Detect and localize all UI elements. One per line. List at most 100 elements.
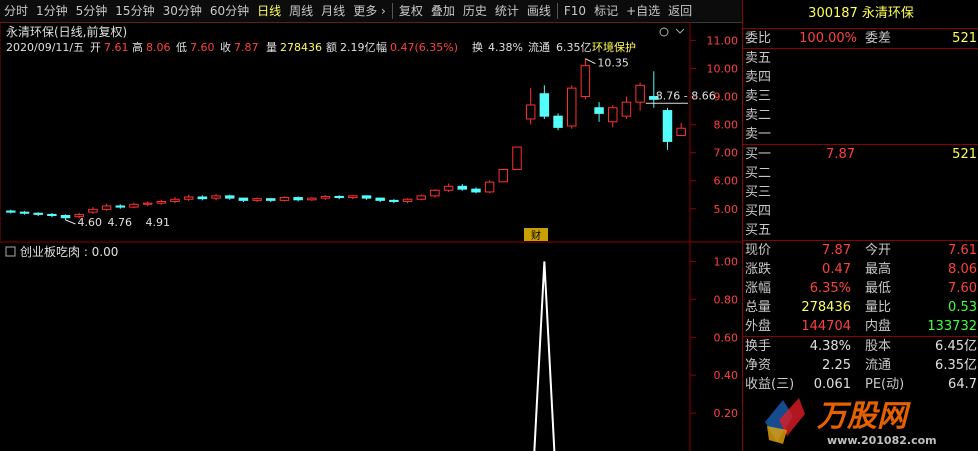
stat2-row: 换手 4.38% 股本 6.45亿 bbox=[743, 337, 978, 356]
toolbar-item-2[interactable]: 5分钟 bbox=[72, 0, 112, 22]
weibi-value: 100.00% bbox=[799, 31, 857, 46]
watermark-logo: 万股网 www.201082.com bbox=[765, 398, 937, 447]
info-volume-label: 量 bbox=[266, 41, 277, 54]
toolbar-item-0[interactable]: 分时 bbox=[0, 0, 32, 22]
buy-label: 买四 bbox=[745, 204, 772, 219]
toolbar-item-1[interactable]: 1分钟 bbox=[32, 0, 72, 22]
sell-order-book: 卖五 卖四 卖三 卖二 卖一 bbox=[743, 49, 978, 144]
toolbar-item-7[interactable]: 周线 bbox=[285, 0, 317, 22]
candle-body bbox=[115, 205, 126, 208]
candle-body bbox=[88, 208, 98, 213]
low-marker-line bbox=[65, 219, 76, 225]
buy-label: 买五 bbox=[745, 223, 772, 238]
candle-body bbox=[430, 189, 440, 197]
candle-body bbox=[635, 84, 645, 103]
candle-body bbox=[594, 107, 604, 114]
sell-label: 卖五 bbox=[745, 51, 772, 66]
toolbar-item-4[interactable]: 30分钟 bbox=[159, 0, 206, 22]
toolbar-item-6[interactable]: 日线 bbox=[253, 0, 285, 22]
stat-v2: 0.53 bbox=[948, 300, 977, 315]
watermark-url: www.201082.com bbox=[827, 434, 937, 447]
candle-body bbox=[156, 200, 167, 204]
candle-body bbox=[525, 104, 536, 120]
stat-v1: 0.47 bbox=[822, 262, 851, 277]
info-turnover-label: 换 bbox=[472, 40, 483, 54]
stat-v1: 278436 bbox=[801, 300, 851, 315]
stat2-v1: 2.25 bbox=[822, 358, 851, 373]
candle-body bbox=[512, 146, 522, 170]
candle-body bbox=[443, 185, 454, 191]
buy-row: 买二 bbox=[743, 164, 978, 183]
candle-body bbox=[471, 188, 481, 193]
stat-v2: 7.61 bbox=[948, 243, 977, 258]
toolbar-item-12[interactable]: 历史 bbox=[459, 0, 491, 22]
toolbar-item-15[interactable]: F10 bbox=[560, 0, 590, 22]
info-open-label: 开 bbox=[90, 41, 101, 54]
indicator-title: 创业板吃肉 : 0.00 bbox=[20, 245, 118, 259]
toolbar-item-14[interactable]: 画线 bbox=[523, 0, 555, 22]
weicha-label: 委差 bbox=[865, 31, 892, 46]
toolbar-item-10[interactable]: 复权 bbox=[395, 0, 427, 22]
watermark-emblem-icon bbox=[765, 398, 805, 444]
info-volume: 278436 bbox=[280, 41, 322, 54]
info-turnover: 4.38% bbox=[488, 41, 523, 54]
period-toolbar: 分时 1分钟 5分钟 15分钟 30分钟 60分钟 日线 周线 月线 更多 › 复权 叠加 历史 统计 画线… bbox=[0, 0, 742, 23]
stat-l1: 涨跌 bbox=[745, 262, 772, 277]
stock-code: 300187 bbox=[808, 6, 858, 21]
chevron-down-icon[interactable] bbox=[675, 28, 685, 34]
toolbar-item-11[interactable]: 叠加 bbox=[427, 0, 459, 22]
toolbar-item-3[interactable]: 15分钟 bbox=[111, 0, 158, 22]
info-change: 0.47(6.35%) bbox=[390, 41, 458, 54]
stat-row: 总量 278436 量比 0.53 bbox=[743, 298, 978, 317]
stat-v2: 133732 bbox=[927, 319, 977, 334]
candle-body bbox=[224, 195, 235, 199]
info-float-label: 流通 bbox=[528, 40, 550, 54]
info-date: 2020/09/11/五 bbox=[6, 41, 84, 54]
kline-chart-area[interactable]: 11.00 10.00 9.00 8.00 7.00 6.00 5.00 10.35 4.60 4… bbox=[0, 22, 742, 451]
candle-body bbox=[320, 195, 331, 199]
toolbar-item-17[interactable]: +自选 bbox=[622, 0, 664, 22]
ind-y-tick-label: 0.20 bbox=[714, 407, 739, 420]
y-tick-label: 9.00 bbox=[714, 91, 739, 104]
candle-body bbox=[416, 195, 426, 200]
stat-row: 外盘 144704 内盘 133732 bbox=[743, 317, 978, 336]
stat2-l2: 流通 bbox=[865, 358, 892, 373]
sell-row: 卖二 bbox=[743, 106, 978, 125]
stat-l1: 涨幅 bbox=[745, 281, 772, 296]
candle-body bbox=[238, 197, 249, 201]
quote-panel: 300187 永清环保 委比 100.00% 委差 521 卖五 卖四 卖三 卖二 卖一 … bbox=[742, 0, 978, 451]
stat-v1: 7.87 bbox=[822, 243, 851, 258]
buy-row: 买三 bbox=[743, 183, 978, 202]
indicator-spike bbox=[533, 261, 556, 451]
low-marker-label-b: 4.76 bbox=[108, 216, 133, 229]
buy-price: 7.87 bbox=[826, 147, 855, 162]
stat2-v2: 6.35亿 bbox=[935, 358, 977, 373]
candle-body bbox=[142, 202, 153, 205]
indicator-menu-icon[interactable] bbox=[5, 246, 16, 257]
stat-l2: 量比 bbox=[865, 300, 892, 315]
candle-body bbox=[457, 185, 468, 190]
weibi-row: 委比 100.00% 委差 521 bbox=[743, 29, 978, 48]
sell-label: 卖二 bbox=[745, 108, 772, 123]
settings-icon[interactable] bbox=[659, 27, 669, 37]
info-change-label: 幅 bbox=[376, 41, 387, 54]
toolbar-item-5[interactable]: 60分钟 bbox=[206, 0, 253, 22]
toolbar-item-16[interactable]: 标记 bbox=[590, 0, 622, 22]
toolbar-item-18[interactable]: 返回 bbox=[664, 0, 696, 22]
buy-label: 买三 bbox=[745, 185, 772, 200]
weicha-value: 521 bbox=[952, 31, 977, 46]
sell-label: 卖一 bbox=[745, 127, 772, 142]
buy-order-book: 买一 7.87 521 买二 买三 买四 买五 bbox=[743, 145, 978, 240]
watermark-brand: 万股网 bbox=[816, 399, 911, 434]
candle-body bbox=[676, 127, 686, 137]
y-tick-label: 6.00 bbox=[714, 175, 739, 188]
y-tick-label: 8.00 bbox=[714, 119, 739, 132]
candle-body bbox=[47, 213, 57, 217]
info-amount: 2.19亿 bbox=[340, 41, 376, 54]
toolbar-item-13[interactable]: 统计 bbox=[491, 0, 523, 22]
y-tick-label: 10.00 bbox=[707, 62, 739, 75]
toolbar-item-9[interactable]: 更多 › bbox=[349, 0, 390, 22]
stat-l2: 最低 bbox=[865, 281, 892, 296]
toolbar-item-8[interactable]: 月线 bbox=[317, 0, 349, 22]
candle-body bbox=[334, 195, 344, 199]
